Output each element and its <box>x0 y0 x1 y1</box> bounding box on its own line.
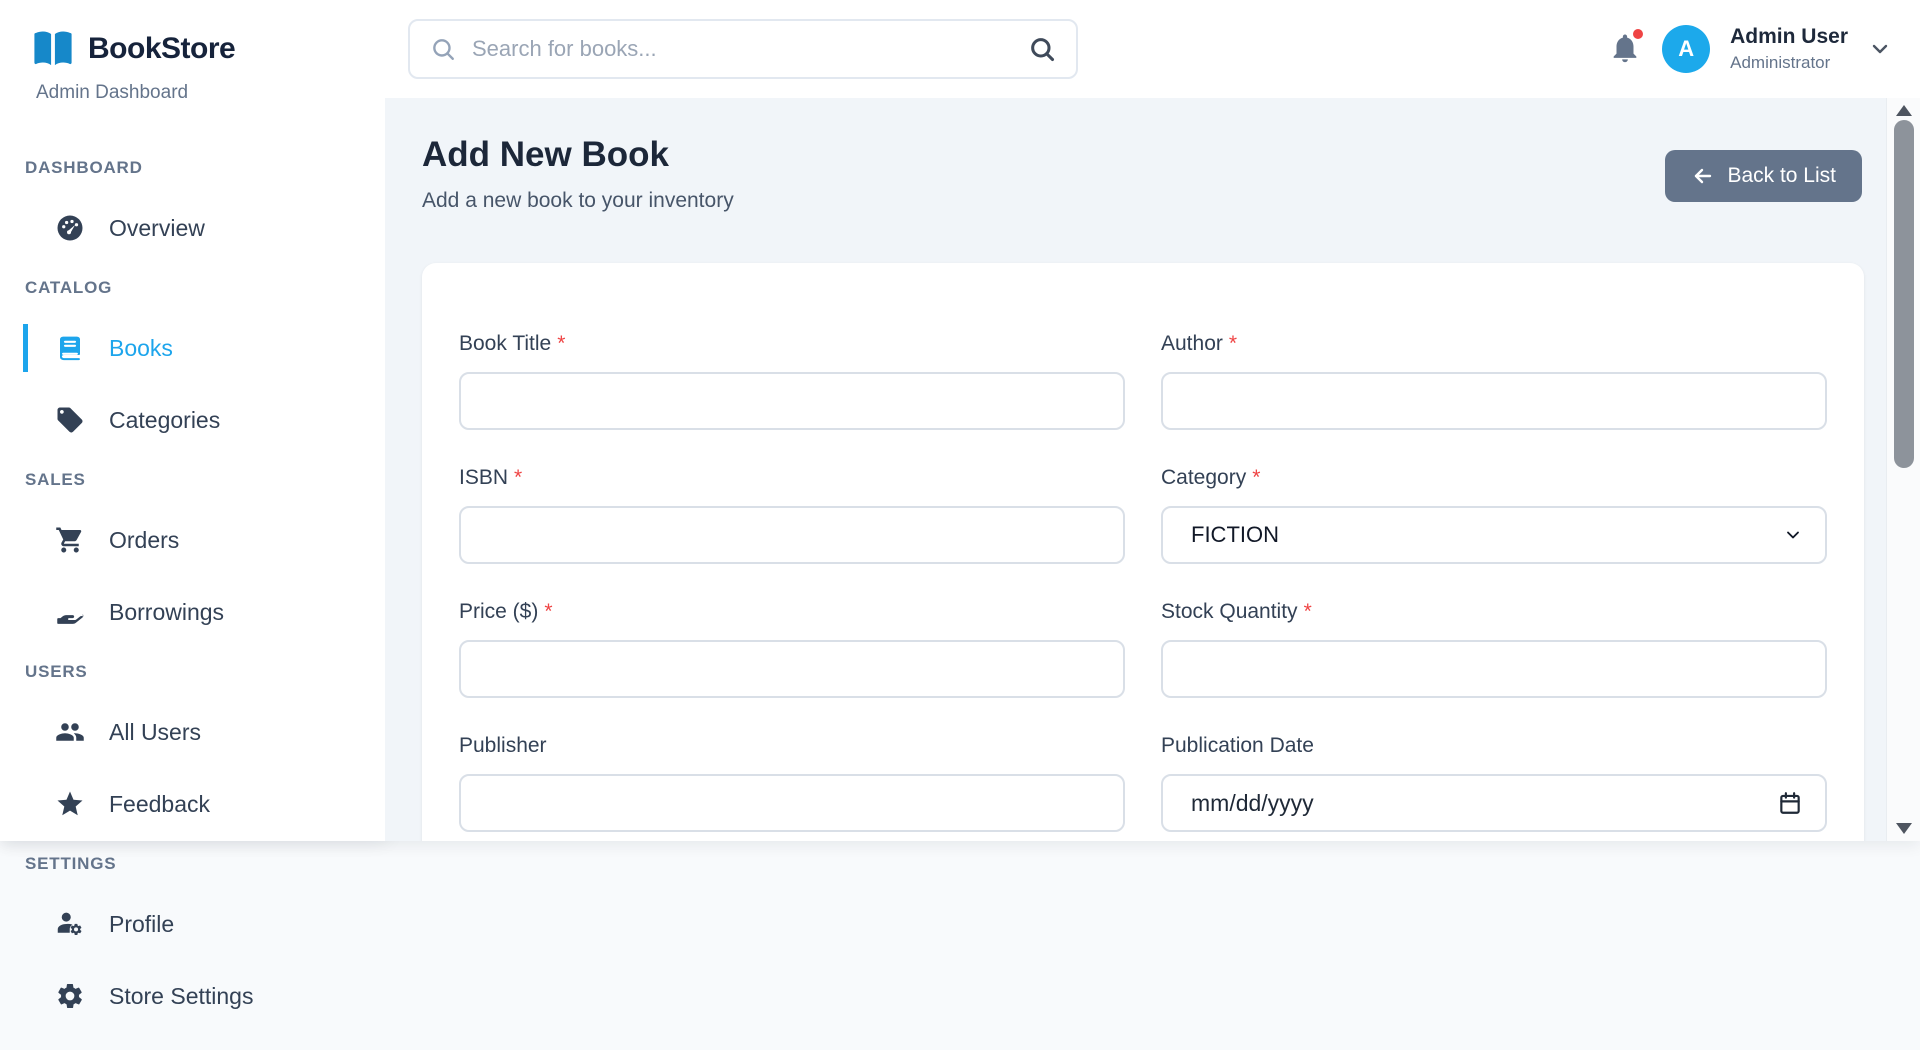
sidebar-item-store-settings[interactable]: Store Settings <box>23 972 385 1020</box>
sidebar-item-feedback[interactable]: Feedback <box>23 780 385 828</box>
search-icon <box>430 36 456 62</box>
app-title: BookStore <box>88 32 235 66</box>
required-marker: * <box>1304 600 1312 623</box>
back-to-list-button[interactable]: Back to List <box>1665 150 1862 202</box>
sidebar-item-overview[interactable]: Overview <box>23 204 385 252</box>
gear-icon <box>55 981 85 1011</box>
page-subtitle: Add a new book to your inventory <box>422 189 734 213</box>
users-icon <box>55 717 85 747</box>
sidebar-section-dashboard: DASHBOARD <box>0 158 385 178</box>
book-title-input[interactable] <box>459 372 1125 430</box>
field-label: Publisher <box>459 734 547 757</box>
app-subtitle: Admin Dashboard <box>36 82 385 104</box>
required-marker: * <box>1229 332 1237 355</box>
open-book-icon <box>30 26 76 72</box>
publication-date-input[interactable]: mm/dd/yyyy <box>1161 774 1827 832</box>
chevron-down-icon[interactable] <box>1868 37 1892 61</box>
field-label: Author <box>1161 332 1223 355</box>
book-icon <box>55 333 85 363</box>
book-title-field: Book Title * <box>459 332 1125 430</box>
hand-holding-icon <box>55 597 85 627</box>
avatar[interactable]: A <box>1662 25 1710 73</box>
user-role: Administrator <box>1730 53 1848 73</box>
required-marker: * <box>557 332 565 355</box>
search-box <box>408 19 1078 79</box>
arrow-left-icon <box>1691 164 1715 188</box>
publisher-input[interactable] <box>459 774 1125 832</box>
scroll-down-arrow[interactable] <box>1896 823 1912 834</box>
isbn-field: ISBN * <box>459 466 1125 564</box>
field-label: ISBN <box>459 466 508 489</box>
required-marker: * <box>1252 466 1260 489</box>
sidebar-section-settings: SETTINGS <box>0 854 385 874</box>
sidebar-item-profile[interactable]: Profile <box>23 900 385 948</box>
price-input[interactable] <box>459 640 1125 698</box>
add-book-form-card: Book Title * Author * ISBN * Category * FICT… <box>422 263 1864 841</box>
sidebar-item-orders[interactable]: Orders <box>23 516 385 564</box>
sidebar-section-sales: SALES <box>0 470 385 490</box>
notifications-button[interactable] <box>1608 31 1642 67</box>
sidebar-section-users: USERS <box>0 662 385 682</box>
field-label: Stock Quantity <box>1161 600 1298 623</box>
author-field: Author * <box>1161 332 1827 430</box>
page-title: Add New Book <box>422 134 734 176</box>
cart-icon <box>55 525 85 555</box>
required-marker: * <box>514 466 522 489</box>
gauge-icon <box>55 213 85 243</box>
user-name: Admin User <box>1730 25 1848 49</box>
user-info[interactable]: Admin User Administrator <box>1730 25 1848 73</box>
price-field: Price ($) * <box>459 600 1125 698</box>
search-input[interactable] <box>472 36 1012 62</box>
scrollbar-thumb[interactable] <box>1894 120 1914 468</box>
stock-quantity-input[interactable] <box>1161 640 1827 698</box>
sidebar-item-borrowings[interactable]: Borrowings <box>23 588 385 636</box>
chevron-down-icon <box>1783 525 1803 545</box>
field-label: Category <box>1161 466 1246 489</box>
scrollbar[interactable] <box>1886 98 1920 841</box>
category-select[interactable]: FICTION <box>1161 506 1827 564</box>
sidebar: BookStore Admin Dashboard DASHBOARD Over… <box>0 0 385 1050</box>
isbn-input[interactable] <box>459 506 1125 564</box>
date-placeholder: mm/dd/yyyy <box>1191 790 1314 817</box>
brand: BookStore Admin Dashboard <box>0 0 385 104</box>
required-marker: * <box>544 600 552 623</box>
search-icon[interactable] <box>1028 35 1056 63</box>
field-label: Publication Date <box>1161 734 1314 757</box>
calendar-icon[interactable] <box>1777 790 1803 816</box>
category-field: Category * FICTION <box>1161 466 1827 564</box>
publisher-field: Publisher <box>459 734 1125 832</box>
star-icon <box>55 789 85 819</box>
notification-badge <box>1631 27 1645 41</box>
scroll-up-arrow[interactable] <box>1896 105 1912 116</box>
main-content: Add New Book Add a new book to your inve… <box>385 98 1886 841</box>
sidebar-item-categories[interactable]: Categories <box>23 396 385 444</box>
field-label: Book Title <box>459 332 551 355</box>
sidebar-item-all-users[interactable]: All Users <box>23 708 385 756</box>
field-label: Price ($) <box>459 600 538 623</box>
user-gear-icon <box>55 909 85 939</box>
category-selected-value: FICTION <box>1191 522 1279 548</box>
stock-quantity-field: Stock Quantity * <box>1161 600 1827 698</box>
sidebar-item-books[interactable]: Books <box>23 324 385 372</box>
author-input[interactable] <box>1161 372 1827 430</box>
publication-date-field: Publication Date mm/dd/yyyy <box>1161 734 1827 832</box>
tag-icon <box>55 405 85 435</box>
sidebar-section-catalog: CATALOG <box>0 278 385 298</box>
